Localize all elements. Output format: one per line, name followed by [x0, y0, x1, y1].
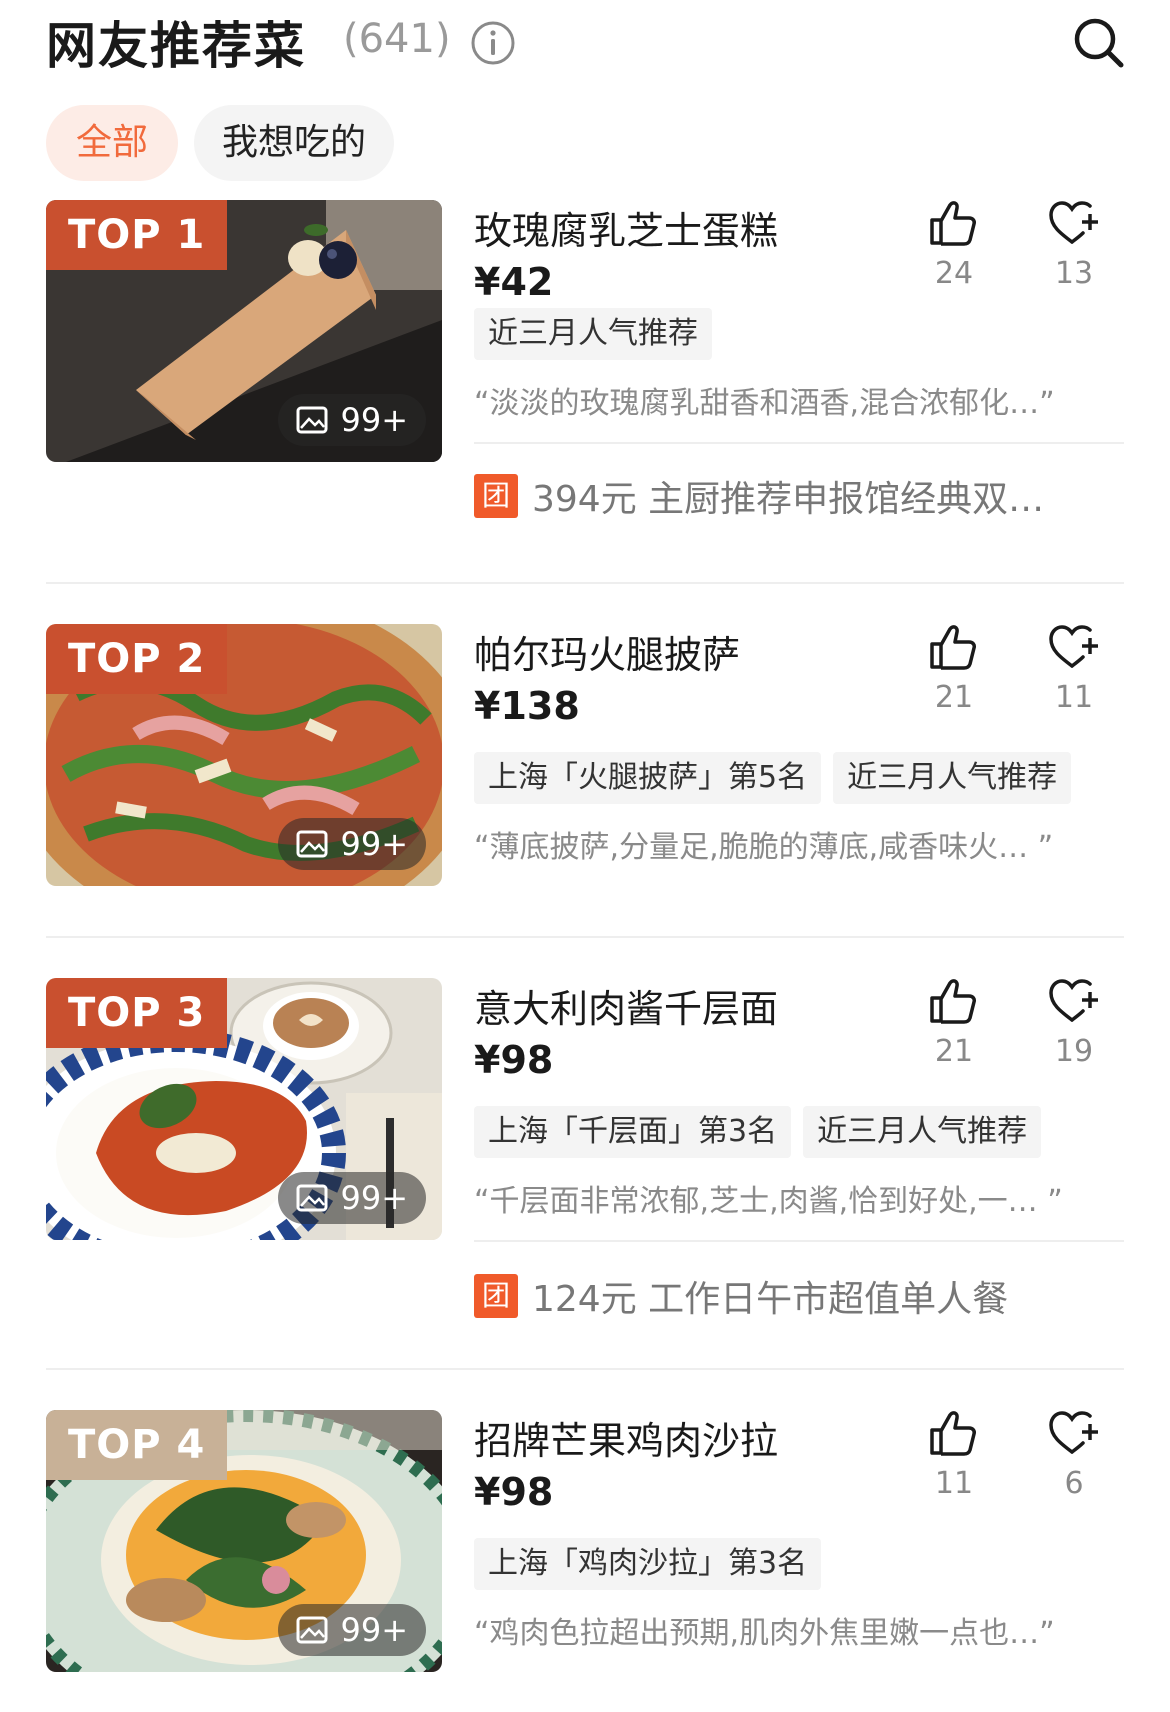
- photo-count[interactable]: 99+: [278, 1604, 426, 1656]
- like-count: 21: [934, 680, 974, 715]
- group-deal[interactable]: 团 124元 工作日午市超值单人餐: [474, 1270, 1124, 1322]
- favorite-count: 13: [1054, 256, 1094, 291]
- dish-count: (641): [343, 16, 451, 62]
- thumbs-up-icon: [930, 625, 976, 670]
- group-deal-text: 124元 工作日午市超值单人餐: [532, 1279, 1009, 1320]
- image-icon: [296, 1184, 328, 1212]
- like-button[interactable]: 24: [914, 200, 994, 291]
- divider: [474, 1240, 1124, 1242]
- dish-photo[interactable]: TOP 4 99+: [46, 1410, 442, 1672]
- dish-price: ¥98: [474, 1038, 554, 1082]
- dish-price: ¥42: [474, 260, 554, 304]
- item-divider: [46, 582, 1124, 584]
- dish-tag: 上海「千层面」第3名: [474, 1106, 792, 1158]
- dish-tags: 上海「千层面」第3名 近三月人气推荐: [474, 1106, 1053, 1158]
- info-icon[interactable]: [470, 20, 516, 66]
- item-divider: [46, 936, 1124, 938]
- like-count: 21: [934, 1034, 974, 1069]
- heart-plus-icon: [1049, 1411, 1098, 1454]
- dish-tag: 上海「鸡肉沙拉」第3名: [474, 1538, 822, 1590]
- dish-tag: 近三月人气推荐: [474, 308, 712, 360]
- thumbs-up-icon: [930, 201, 976, 246]
- favorite-button[interactable]: 13: [1034, 200, 1114, 291]
- dish-tags: 近三月人气推荐: [474, 308, 724, 360]
- favorite-count: 19: [1054, 1034, 1094, 1069]
- dish-tag: 近三月人气推荐: [833, 752, 1072, 804]
- dish-item[interactable]: TOP 4 99+ 招牌芒果鸡肉沙拉 ¥98 11 6 上海「鸡肉沙拉」第3名 …: [46, 1410, 1124, 1672]
- dish-review: “薄底披萨,分量足,脆脆的薄底,咸香味火… ”: [474, 830, 1054, 865]
- dish-tags: 上海「火腿披萨」第5名 近三月人气推荐: [474, 752, 1083, 804]
- dish-name: 意大利肉酱千层面: [474, 987, 779, 1031]
- heart-plus-icon: [1049, 201, 1098, 244]
- favorite-count: 11: [1054, 680, 1094, 715]
- item-divider: [46, 1368, 1124, 1370]
- photo-count[interactable]: 99+: [278, 818, 426, 870]
- dish-price: ¥138: [474, 684, 580, 728]
- dish-name: 帕尔玛火腿披萨: [474, 633, 741, 677]
- rank-badge: TOP 4: [46, 1410, 228, 1480]
- dish-photo[interactable]: TOP 2 99+: [46, 624, 442, 886]
- dish-review: “淡淡的玫瑰腐乳甜香和酒香,混合浓郁化…”: [474, 386, 1055, 421]
- dish-tag: 近三月人气推荐: [803, 1106, 1042, 1158]
- image-icon: [296, 830, 328, 858]
- image-icon: [296, 406, 328, 434]
- like-button[interactable]: 21: [914, 624, 994, 715]
- search-icon[interactable]: [1070, 14, 1128, 72]
- dish-review: “千层面非常浓郁,芝士,肉酱,恰到好处,一… ”: [474, 1184, 1063, 1219]
- heart-plus-icon: [1049, 625, 1098, 668]
- filter-all[interactable]: 全部: [46, 105, 178, 181]
- favorite-count: 6: [1064, 1466, 1084, 1501]
- like-button[interactable]: 21: [914, 978, 994, 1069]
- heart-plus-icon: [1049, 979, 1098, 1022]
- dish-review: “鸡肉色拉超出预期,肌肉外焦里嫩一点也…”: [474, 1616, 1055, 1651]
- dish-name: 招牌芒果鸡肉沙拉: [474, 1419, 779, 1463]
- page-header: 网友推荐菜 (641): [0, 0, 1170, 100]
- like-count: 24: [934, 256, 974, 291]
- rank-badge: TOP 2: [46, 624, 228, 694]
- favorite-button[interactable]: 19: [1034, 978, 1114, 1069]
- photo-count-text: 99+: [340, 401, 408, 439]
- photo-count-text: 99+: [340, 825, 408, 863]
- dish-photo[interactable]: TOP 1 99+: [46, 200, 442, 462]
- dish-name: 玫瑰腐乳芝士蛋糕: [474, 209, 779, 253]
- like-button[interactable]: 11: [914, 1410, 994, 1501]
- photo-count-text: 99+: [340, 1611, 408, 1649]
- photo-count[interactable]: 99+: [278, 1172, 426, 1224]
- filter-want-to-eat[interactable]: 我想吃的: [194, 105, 394, 181]
- dish-tags: 上海「鸡肉沙拉」第3名: [474, 1538, 833, 1590]
- page-title: 网友推荐菜: [46, 17, 306, 75]
- dish-price: ¥98: [474, 1470, 554, 1514]
- group-buy-badge: 团: [474, 474, 518, 518]
- divider: [474, 442, 1124, 444]
- image-icon: [296, 1616, 328, 1644]
- dish-photo[interactable]: TOP 3 99+: [46, 978, 442, 1240]
- photo-count[interactable]: 99+: [278, 394, 426, 446]
- rank-badge: TOP 3: [46, 978, 228, 1048]
- favorite-button[interactable]: 11: [1034, 624, 1114, 715]
- photo-count-text: 99+: [340, 1179, 408, 1217]
- like-count: 11: [934, 1466, 974, 1501]
- thumbs-up-icon: [930, 1411, 976, 1456]
- rank-badge: TOP 1: [46, 200, 228, 270]
- dish-item[interactable]: TOP 3 99+ 意大利肉酱千层面 ¥98 21 19 上海「千层面」第3名近…: [46, 978, 1124, 1338]
- favorite-button[interactable]: 6: [1034, 1410, 1114, 1501]
- group-deal[interactable]: 团 394元 主厨推荐申报馆经典双…: [474, 470, 1124, 522]
- group-deal-text: 394元 主厨推荐申报馆经典双…: [532, 479, 1045, 520]
- dish-tag: 上海「火腿披萨」第5名: [474, 752, 822, 804]
- dish-item[interactable]: TOP 1 99+ 玫瑰腐乳芝士蛋糕 ¥42 24 13 近三月人气推荐 “淡淡…: [46, 200, 1124, 560]
- group-buy-badge: 团: [474, 1274, 518, 1318]
- thumbs-up-icon: [930, 979, 976, 1024]
- dish-item[interactable]: TOP 2 99+ 帕尔玛火腿披萨 ¥138 21 11 上海「火腿披萨」第5名…: [46, 624, 1124, 886]
